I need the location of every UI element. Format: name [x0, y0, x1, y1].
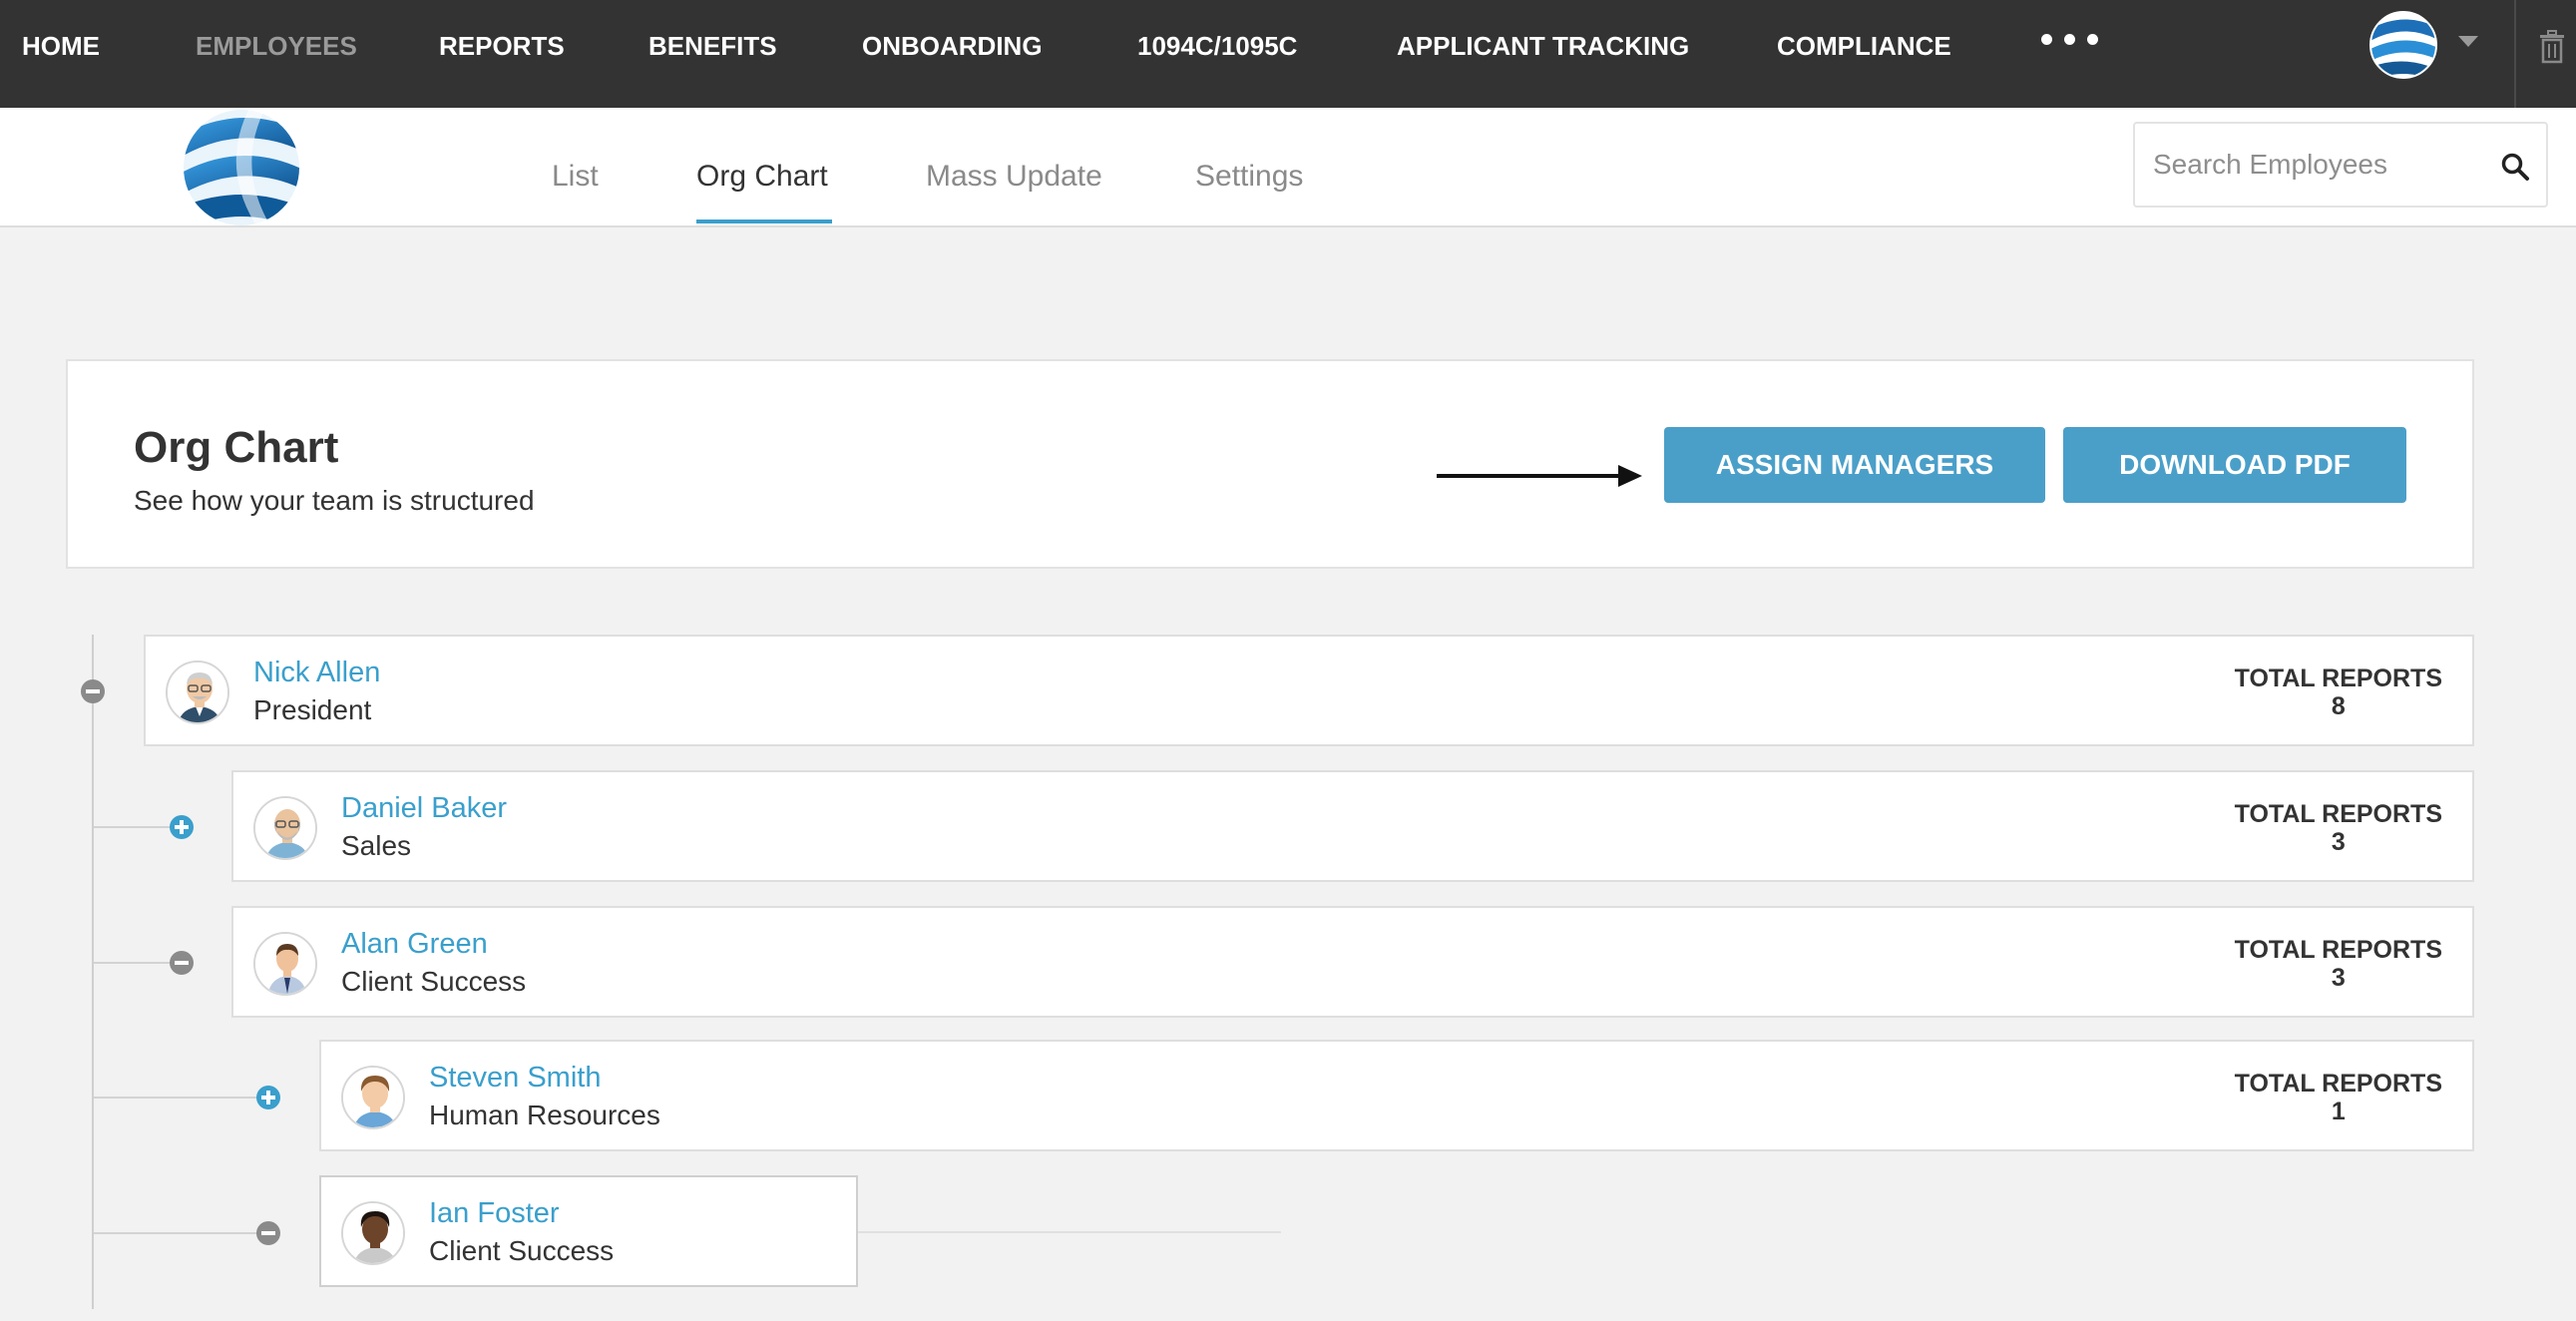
avatar: [253, 796, 317, 860]
total-reports-count: 3: [2331, 964, 2346, 992]
tree-branch-connector: [94, 1097, 257, 1099]
arrow-right-icon: [1437, 465, 1642, 487]
total-reports-label: TOTAL REPORTS: [2234, 936, 2442, 964]
avatar: [341, 1066, 405, 1129]
nav-item-benefits[interactable]: BENEFITS: [648, 30, 777, 62]
active-tab-indicator: [696, 220, 832, 223]
tab-org-chart[interactable]: Org Chart: [696, 160, 828, 194]
avatar-man-dark-hair-icon: [343, 1203, 403, 1263]
employee-role: Human Resources: [429, 1100, 660, 1130]
employee-role: Sales: [341, 830, 412, 861]
tree-branch-connector: [94, 826, 170, 828]
nav-item-compliance[interactable]: COMPLIANCE: [1777, 30, 1951, 62]
tab-mass-update[interactable]: Mass Update: [926, 160, 1102, 194]
page-title: Org Chart: [134, 423, 339, 472]
account-dropdown-caret-icon[interactable]: [2458, 36, 2478, 47]
total-reports-count: 3: [2331, 828, 2346, 856]
nav-divider: [2514, 0, 2516, 108]
nav-item-1094c-1095c[interactable]: 1094C/1095C: [1137, 30, 1297, 62]
total-reports: TOTAL REPORTS 8: [2235, 664, 2442, 720]
tree-branch-connector: [94, 962, 170, 964]
employee-role: President: [253, 694, 372, 725]
collapse-toggle-icon[interactable]: [256, 1221, 280, 1245]
expand-toggle-icon[interactable]: [170, 815, 194, 839]
avatar: [253, 932, 317, 996]
avatar: [166, 660, 229, 724]
tab-settings[interactable]: Settings: [1195, 160, 1303, 194]
employee-name-link[interactable]: Alan Green: [341, 928, 488, 961]
search-box: [2133, 122, 2548, 208]
employee-role: Client Success: [429, 1235, 615, 1266]
avatar-older-man-glasses-icon: [168, 662, 227, 722]
collapse-toggle-icon[interactable]: [81, 679, 105, 703]
total-reports-label: TOTAL REPORTS: [2234, 800, 2442, 828]
company-globe-logo: [184, 110, 299, 225]
nav-item-employees[interactable]: EMPLOYEES: [196, 30, 357, 62]
total-reports-label: TOTAL REPORTS: [2234, 1070, 2442, 1098]
assign-managers-button[interactable]: ASSIGN MANAGERS: [1664, 427, 2045, 503]
collapse-toggle-icon[interactable]: [170, 951, 194, 975]
nav-item-reports[interactable]: REPORTS: [439, 30, 565, 62]
employee-card-ian-foster: Ian Foster Client Success: [319, 1175, 858, 1287]
avatar-man-tie-icon: [255, 934, 315, 994]
tab-list[interactable]: List: [552, 160, 599, 194]
sub-header: List Org Chart Mass Update Settings: [0, 108, 2576, 227]
expand-toggle-icon[interactable]: [256, 1086, 280, 1109]
top-navigation-bar: HOME EMPLOYEES REPORTS BENEFITS ONBOARDI…: [0, 0, 2576, 108]
employee-card-daniel-baker: Daniel Baker Sales TOTAL REPORTS 3: [231, 770, 2474, 882]
avatar-bald-man-glasses-icon: [255, 798, 315, 858]
employee-name-link[interactable]: Steven Smith: [429, 1062, 601, 1095]
employee-card-alan-green: Alan Green Client Success TOTAL REPORTS …: [231, 906, 2474, 1018]
total-reports: TOTAL REPORTS 3: [2235, 800, 2442, 856]
page-subtitle: See how your team is structured: [134, 485, 535, 516]
company-avatar[interactable]: [2368, 10, 2438, 80]
search-input[interactable]: [2153, 138, 2482, 192]
avatar: [341, 1201, 405, 1265]
nav-item-onboarding[interactable]: ONBOARDING: [862, 30, 1043, 62]
employee-name-link[interactable]: Ian Foster: [429, 1197, 560, 1230]
total-reports: TOTAL REPORTS 1: [2235, 1070, 2442, 1125]
employee-card-steven-smith: Steven Smith Human Resources TOTAL REPOR…: [319, 1040, 2474, 1151]
employee-name-link[interactable]: Daniel Baker: [341, 792, 507, 825]
trash-icon[interactable]: [2538, 30, 2566, 64]
nav-item-applicant-tracking[interactable]: APPLICANT TRACKING: [1397, 30, 1689, 62]
more-menu-icon[interactable]: [2041, 34, 2098, 45]
globe-logo-icon: [2369, 11, 2437, 79]
tree-connector-trunk: [92, 635, 94, 1309]
total-reports-count: 1: [2331, 1098, 2346, 1125]
employee-card-nick-allen: Nick Allen President TOTAL REPORTS 8: [144, 635, 2474, 746]
search-icon[interactable]: [2500, 152, 2530, 182]
download-pdf-button[interactable]: DOWNLOAD PDF: [2063, 427, 2406, 503]
tree-branch-connector: [94, 1232, 257, 1234]
employee-role: Client Success: [341, 966, 527, 997]
employee-name-link[interactable]: Nick Allen: [253, 657, 380, 689]
total-reports-count: 8: [2331, 692, 2346, 720]
nav-item-home[interactable]: HOME: [22, 30, 100, 62]
org-chart-header-panel: Org Chart See how your team is structure…: [66, 359, 2474, 569]
total-reports: TOTAL REPORTS 3: [2235, 936, 2442, 992]
tree-branch-connector: [858, 1231, 1281, 1233]
total-reports-label: TOTAL REPORTS: [2234, 664, 2442, 692]
avatar-young-man-icon: [343, 1068, 403, 1127]
